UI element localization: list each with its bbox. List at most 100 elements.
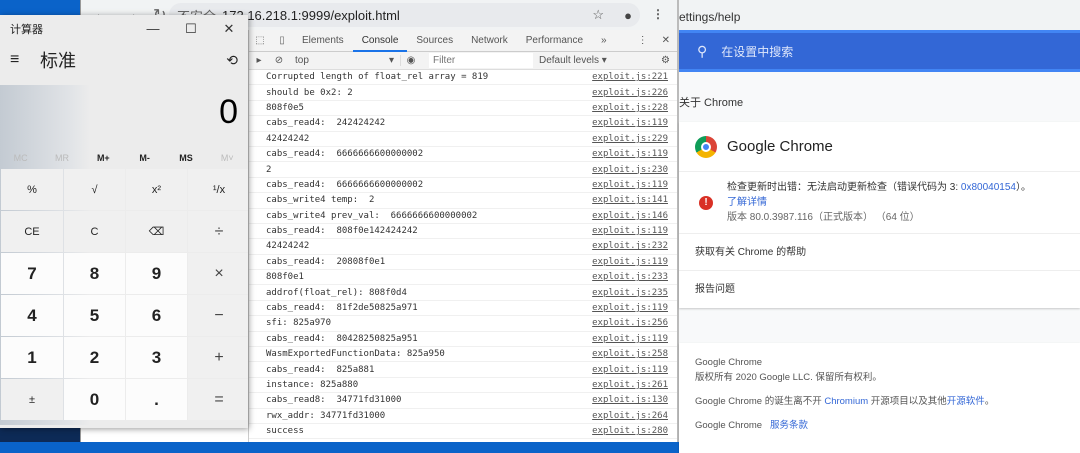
source-link[interactable]: exploit.js:119 xyxy=(592,303,668,313)
account-icon[interactable]: ● xyxy=(624,8,632,23)
source-link[interactable]: exploit.js:119 xyxy=(592,180,668,190)
close-icon[interactable]: ✕ xyxy=(662,35,670,46)
key-2-button[interactable]: x² xyxy=(126,169,187,210)
log-message: cabs_read4: 80428250825a951 xyxy=(266,333,418,344)
context-select[interactable]: top ▾ xyxy=(289,55,401,66)
learn-more-link[interactable]: 了解详情 xyxy=(727,195,1031,210)
footer-copyright: 版权所有 2020 Google LLC. 保留所有权利。 xyxy=(695,372,882,383)
tab-network[interactable]: Network xyxy=(462,30,517,52)
source-link[interactable]: exploit.js:119 xyxy=(592,149,668,159)
source-link[interactable]: exploit.js:233 xyxy=(592,272,668,282)
key-10-button[interactable]: 9 xyxy=(126,253,187,294)
key-17-button[interactable]: 2 xyxy=(64,337,125,378)
source-link[interactable]: exploit.js:119 xyxy=(592,118,668,128)
source-link[interactable]: exploit.js:228 xyxy=(592,103,668,113)
tab-elements[interactable]: Elements xyxy=(293,30,353,52)
key-13-button[interactable]: 5 xyxy=(64,295,125,336)
key-9-button[interactable]: 8 xyxy=(64,253,125,294)
memory-recall-button[interactable]: MR xyxy=(41,147,82,169)
settings-address-bar[interactable]: ettings/help xyxy=(679,0,1080,30)
log-message: sfi: 825a970 xyxy=(266,318,332,329)
memory-add-button[interactable]: M+ xyxy=(83,147,124,169)
source-link[interactable]: exploit.js:119 xyxy=(592,226,668,236)
key-16-button[interactable]: 1 xyxy=(1,337,63,378)
source-link[interactable]: exploit.js:221 xyxy=(592,72,668,82)
key-15-button[interactable]: − xyxy=(188,295,248,336)
minimize-icon[interactable]: — xyxy=(134,21,172,37)
device-toolbar-icon[interactable]: ▯ xyxy=(271,35,293,46)
log-message: Corrupted length of float_rel array = 81… xyxy=(266,72,489,83)
tab-performance[interactable]: Performance xyxy=(517,30,592,52)
console-row: cabs_read4: 6666666600000002 exploit.js:1… xyxy=(249,147,678,163)
source-link[interactable]: exploit.js:119 xyxy=(592,257,668,267)
source-link[interactable]: exploit.js:280 xyxy=(592,426,668,436)
error-icon: ! xyxy=(699,195,713,210)
console-log: Corrupted length of float_rel array = 81… xyxy=(249,70,678,440)
key-21-button[interactable]: 0 xyxy=(64,379,125,420)
maximize-icon[interactable]: ☐ xyxy=(172,21,210,37)
source-link[interactable]: exploit.js:130 xyxy=(592,395,668,405)
url-text: 172.16.218.1:9999/exploit.html xyxy=(222,7,400,23)
hamburger-menu-icon[interactable]: ≡ xyxy=(10,51,40,69)
key-20-button[interactable]: ± xyxy=(1,379,63,420)
key-8-button[interactable]: 7 xyxy=(1,253,63,294)
bookmark-star-icon[interactable]: ☆ xyxy=(592,7,604,23)
source-link[interactable]: exploit.js:235 xyxy=(592,288,668,298)
source-link[interactable]: exploit.js:256 xyxy=(592,318,668,328)
key-6-button[interactable]: ⌫ xyxy=(126,211,187,252)
key-12-button[interactable]: 4 xyxy=(1,295,63,336)
source-link[interactable]: exploit.js:119 xyxy=(592,365,668,375)
chromium-link[interactable]: Chromium xyxy=(824,396,868,407)
source-link[interactable]: exploit.js:141 xyxy=(592,195,668,205)
sidebar-toggle-icon[interactable]: ▸ xyxy=(249,55,269,66)
gear-icon[interactable]: ⚙ xyxy=(661,55,678,66)
memory-subtract-button[interactable]: M- xyxy=(124,147,165,169)
key-3-button[interactable]: ¹/x xyxy=(188,169,248,210)
source-link[interactable]: exploit.js:226 xyxy=(592,88,668,98)
settings-header: ⚲ 在设置中搜索 xyxy=(679,30,1080,72)
terms-link[interactable]: 服务条款 xyxy=(770,420,808,431)
close-icon[interactable]: ✕ xyxy=(210,21,248,37)
report-issue-item[interactable]: 报告问题 xyxy=(679,271,1080,308)
tab-sources[interactable]: Sources xyxy=(407,30,462,52)
memory-store-button[interactable]: MS xyxy=(165,147,206,169)
key-4-button[interactable]: CE xyxy=(1,211,63,252)
source-link[interactable]: exploit.js:146 xyxy=(592,211,668,221)
source-link[interactable]: exploit.js:229 xyxy=(592,134,668,144)
get-help-item[interactable]: 获取有关 Chrome 的帮助 xyxy=(679,234,1080,271)
oss-link[interactable]: 开源软件 xyxy=(947,396,985,407)
key-18-button[interactable]: 3 xyxy=(126,337,187,378)
search-input[interactable]: 在设置中搜索 xyxy=(721,43,793,60)
tab-console[interactable]: Console xyxy=(352,30,408,52)
key-7-button[interactable]: ÷ xyxy=(188,211,248,252)
devtools-menu-icon[interactable]: ⋮ xyxy=(638,35,648,46)
key-11-button[interactable]: × xyxy=(188,253,248,294)
source-link[interactable]: exploit.js:232 xyxy=(592,241,668,251)
key-23-button[interactable]: = xyxy=(188,379,248,420)
history-icon[interactable]: ⟲ xyxy=(226,52,238,69)
clear-console-icon[interactable]: ⊘ xyxy=(269,55,289,66)
source-link[interactable]: exploit.js:258 xyxy=(592,349,668,359)
inspect-icon[interactable]: ⬚ xyxy=(249,35,271,46)
key-22-button[interactable]: . xyxy=(126,379,187,420)
key-1-button[interactable]: √ xyxy=(64,169,125,210)
source-link[interactable]: exploit.js:230 xyxy=(592,165,668,175)
log-message: 42424242 xyxy=(266,241,310,252)
key-14-button[interactable]: 6 xyxy=(126,295,187,336)
key-0-button[interactable]: % xyxy=(1,169,63,210)
filter-input[interactable] xyxy=(429,53,533,68)
key-19-button[interactable]: + xyxy=(188,337,248,378)
memory-clear-button[interactable]: MC xyxy=(0,147,41,169)
log-levels-select[interactable]: Default levels ▾ xyxy=(539,55,607,66)
source-link[interactable]: exploit.js:119 xyxy=(592,334,668,344)
source-link[interactable]: exploit.js:261 xyxy=(592,380,668,390)
menu-icon[interactable]: ⋮ xyxy=(652,7,664,21)
eye-icon[interactable]: ◉ xyxy=(401,55,421,66)
footer-built-mid: 开源项目以及其他 xyxy=(868,396,947,407)
error-code-link[interactable]: 0x80040154 xyxy=(961,182,1016,193)
console-toolbar: ▸ ⊘ top▾ ◉ Default levels ▾ ⚙ xyxy=(249,52,678,70)
key-5-button[interactable]: C xyxy=(64,211,125,252)
memory-list-button[interactable]: M˅ xyxy=(207,147,248,169)
more-tabs-button[interactable]: » xyxy=(592,30,616,52)
source-link[interactable]: exploit.js:264 xyxy=(592,411,668,421)
